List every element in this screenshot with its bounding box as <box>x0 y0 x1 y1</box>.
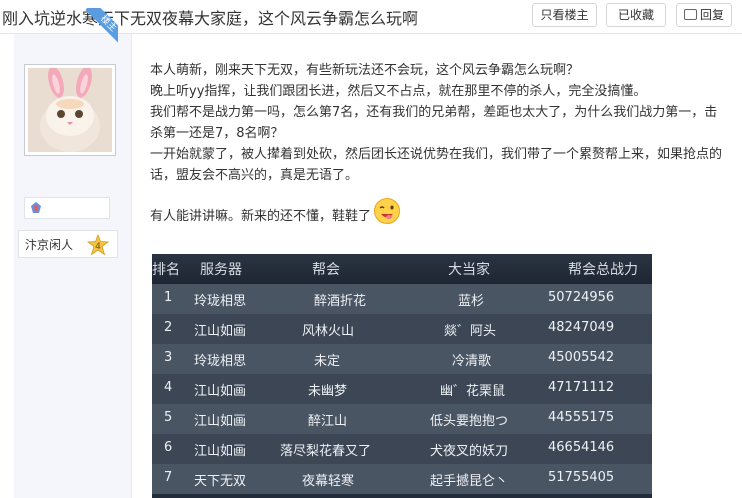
cell-guild: 未幽梦 <box>308 384 348 399</box>
reply-button[interactable]: 回复 <box>676 3 732 27</box>
header-rank: 排名 <box>152 262 180 278</box>
cell-leader: 低头要抱抱つ <box>430 414 509 429</box>
table-header: 排名 服务器 帮会 大当家 帮会总战力 <box>152 254 652 284</box>
table-row: 4 江山如画 未幽梦 幽゛花栗鼠 47171112 <box>152 374 652 404</box>
level-icon <box>31 202 41 213</box>
cell-server: 玲珑相思 <box>194 354 247 369</box>
cell-rank: 4 <box>164 380 173 395</box>
table-row: 3 玲珑相思 未定 冷清歌 45005542 <box>152 344 652 374</box>
cell-leader: 蓝杉 <box>458 294 485 309</box>
table-row: 1 玲珑相思 醉酒折花 蓝杉 50724956 <box>152 284 652 314</box>
table-row: 7 天下无双 夜幕轻寒 起手撼昆仑丶 51755405 <box>152 464 652 494</box>
op-ribbon: 楼主 <box>78 8 118 48</box>
favorite-button[interactable]: 已收藏 <box>606 3 666 27</box>
cell-power: 44555175 <box>548 410 615 425</box>
author-panel: 汴京闲人 4 <box>14 34 132 498</box>
cell-rank: 5 <box>164 410 173 425</box>
cell-leader: 犬夜叉的妖刀 <box>430 444 509 459</box>
only-author-button[interactable]: 只看楼主 <box>532 3 597 27</box>
ranking-table-image: 排名 服务器 帮会 大当家 帮会总战力 1 玲珑相思 醉酒折花 蓝杉 50724… <box>152 254 652 498</box>
table-row: 5 江山如画 醉江山 低头要抱抱つ 44555175 <box>152 404 652 434</box>
op-ribbon-label: 楼主 <box>85 8 118 47</box>
thread-title: 刚入坑逆水寒天下无双夜幕大家庭，这个风云争霸怎么玩啊 <box>2 9 419 28</box>
cell-rank: 3 <box>164 350 173 365</box>
cell-guild: 夜幕轻寒 <box>302 474 355 489</box>
user-level-badge <box>24 197 110 219</box>
cell-rank: 1 <box>164 290 173 305</box>
table-row: 6 江山如画 落尽梨花春又了 犬夜叉的妖刀 46654146 <box>152 434 652 464</box>
cell-rank: 7 <box>164 470 173 485</box>
table-row: 2 江山如画 风林火山 燚゛阿头 48247049 <box>152 314 652 344</box>
cell-leader: 燚゛阿头 <box>444 324 497 339</box>
cell-guild: 落尽梨花春又了 <box>280 444 372 459</box>
avatar[interactable] <box>24 64 116 156</box>
cell-guild: 风林火山 <box>302 324 355 339</box>
cell-server: 玲珑相思 <box>194 294 247 309</box>
cell-server: 江山如画 <box>194 444 247 459</box>
post-line: 本人萌新，刚来天下无双，有些新玩法还不会玩，这个风云争霸怎么玩啊？ <box>150 63 580 78</box>
header-power: 帮会总战力 <box>568 262 638 278</box>
cell-guild: 未定 <box>314 354 341 369</box>
post-line-text: 有人能讲讲嘛。新来的还不懂，鞋鞋了 <box>150 209 372 224</box>
header-guild: 帮会 <box>312 262 340 278</box>
post-content: 本人萌新，刚来天下无双，有些新玩法还不会玩，这个风云争霸怎么玩啊？ 晚上听yy指… <box>150 60 730 227</box>
cell-power: 47171112 <box>548 380 615 395</box>
post-line: 一开始就蒙了，被人撵着到处砍，然后团长还说优势在我们，我们带了一个累赘帮上来，如… <box>150 147 723 183</box>
cell-power: 45005542 <box>548 350 615 365</box>
post-line: 晚上听yy指挥，让我们跟团长进，然后又不占点，就在那里不停的杀人，完全没搞懂。 <box>150 84 647 99</box>
post-line: 我们帮不是战力第一吗，怎么第7名，还有我们的兄弟帮，差距也太大了，为什么我们战力… <box>150 105 718 141</box>
cell-power: 46654146 <box>548 440 615 455</box>
cell-server: 天下无双 <box>194 474 247 489</box>
header-leader: 大当家 <box>448 262 490 278</box>
cell-leader: 幽゛花栗鼠 <box>440 384 506 399</box>
reply-icon <box>683 9 697 20</box>
cell-leader: 起手撼昆仑丶 <box>430 474 509 489</box>
cell-guild: 醉酒折花 <box>314 294 367 309</box>
cell-leader: 冷清歌 <box>452 354 492 369</box>
cell-rank: 2 <box>164 320 173 335</box>
post-line-last: 有人能讲讲嘛。新来的还不懂，鞋鞋了 <box>150 197 730 227</box>
cell-power: 48247049 <box>548 320 615 335</box>
cell-server: 江山如画 <box>194 414 247 429</box>
user-rank: 汴京闲人 4 <box>18 230 118 258</box>
cell-server: 江山如画 <box>194 384 247 399</box>
reply-label: 回复 <box>699 8 724 22</box>
cell-server: 江山如画 <box>194 324 247 339</box>
wink-emoji-icon <box>374 198 401 224</box>
cell-rank: 6 <box>164 440 173 455</box>
rank-level-number: 4 <box>95 242 101 252</box>
rank-title: 汴京闲人 <box>25 238 74 252</box>
rank-level-icon: 4 <box>87 234 109 256</box>
cell-power: 51755405 <box>548 470 615 485</box>
cell-guild: 醉江山 <box>308 414 348 429</box>
avatar-image <box>28 68 112 152</box>
cell-power: 50724956 <box>548 290 615 305</box>
header-server: 服务器 <box>200 262 242 278</box>
